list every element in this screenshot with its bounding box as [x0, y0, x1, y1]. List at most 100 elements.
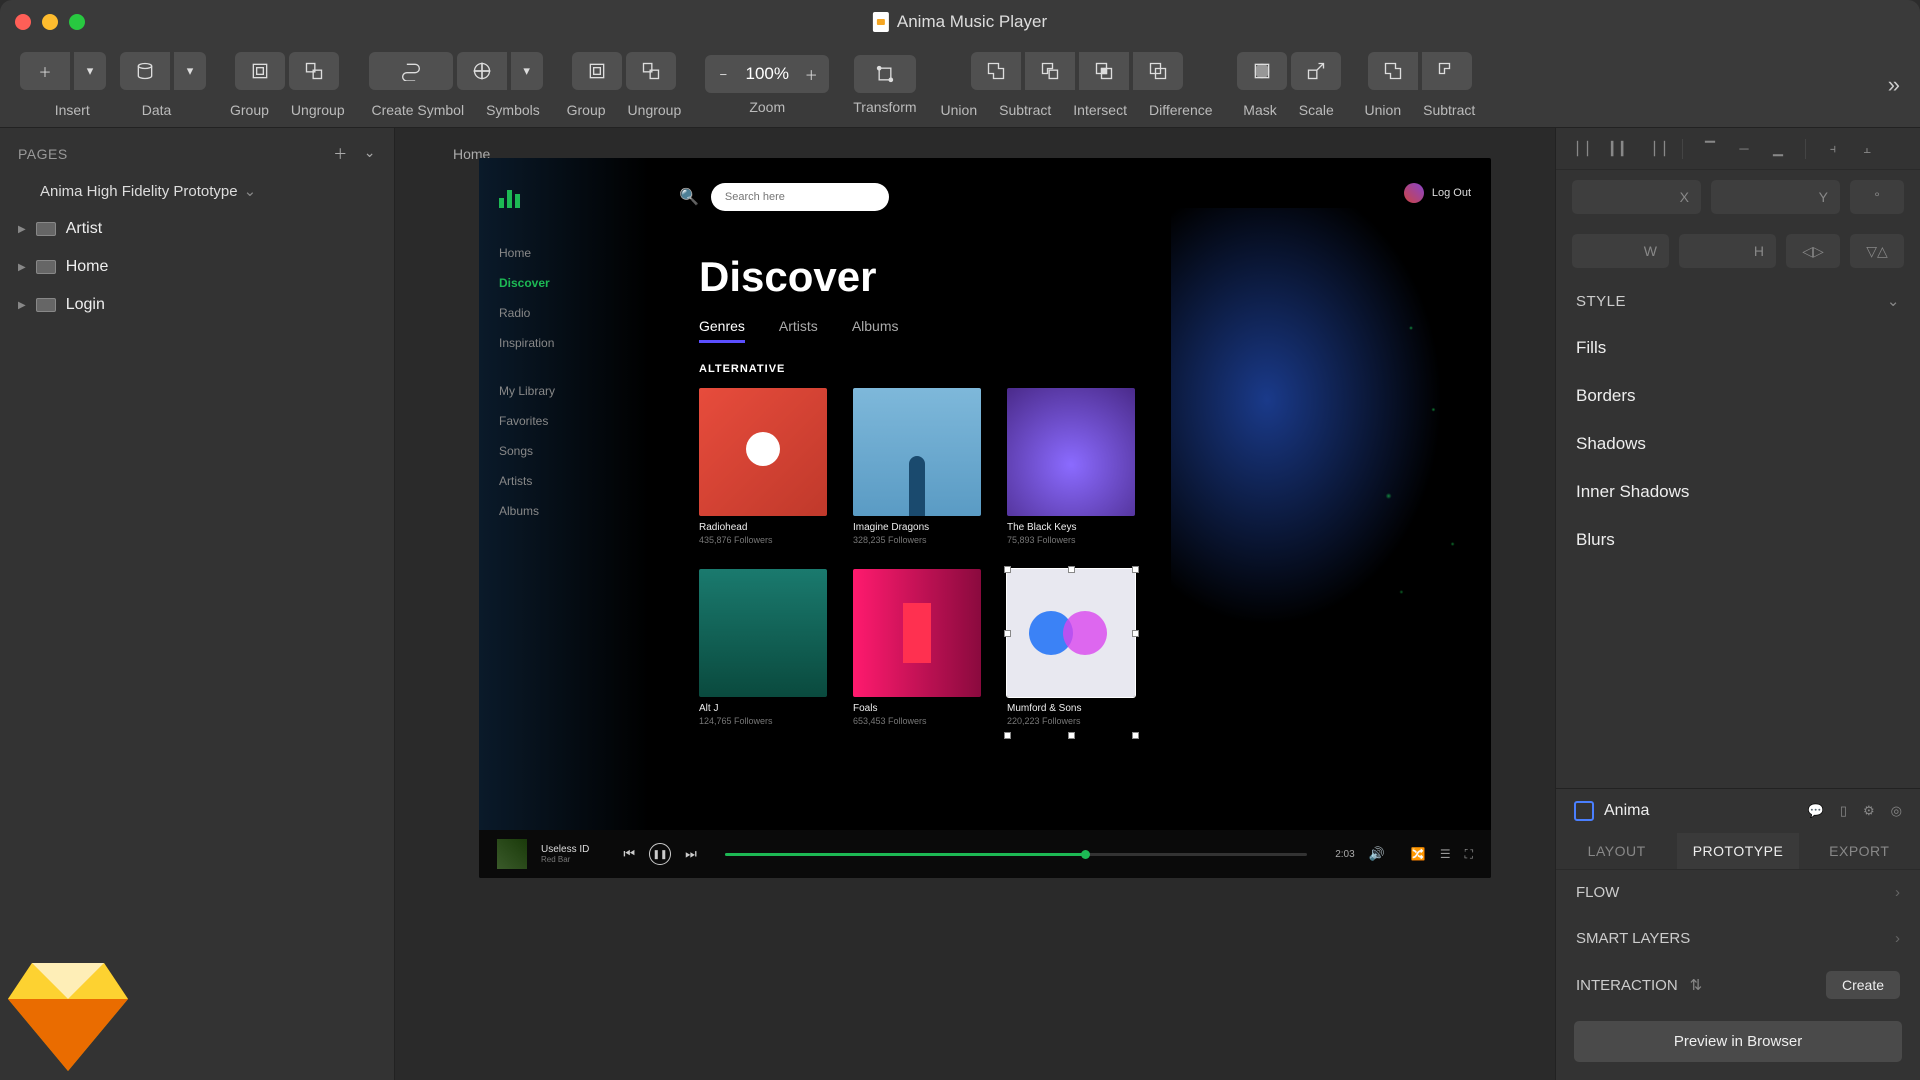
nav-albums[interactable]: Albums: [499, 496, 629, 526]
next-track-button[interactable]: ⏭: [685, 846, 697, 862]
insert-button[interactable]: ＋: [20, 52, 70, 90]
logout-button[interactable]: Log Out: [1404, 183, 1471, 203]
layer-login[interactable]: ▶ Login: [0, 286, 394, 324]
blurs-section[interactable]: Blurs: [1556, 516, 1920, 564]
tab-artists[interactable]: Artists: [779, 318, 818, 343]
scale-button[interactable]: [1291, 52, 1341, 90]
zoom-in-button[interactable]: ＋: [793, 65, 829, 84]
layer-home[interactable]: ▶ Home: [0, 248, 394, 286]
chevron-down-icon[interactable]: ⌄: [1887, 292, 1900, 310]
difference-button[interactable]: [1133, 52, 1183, 90]
gear-icon[interactable]: ⚙: [1863, 803, 1875, 819]
disclosure-triangle-icon[interactable]: ▶: [18, 300, 26, 311]
nav-inspiration[interactable]: Inspiration: [499, 328, 629, 358]
previous-track-button[interactable]: ⏮: [623, 846, 635, 862]
bar-icon[interactable]: ▯: [1840, 803, 1847, 819]
selection-handle[interactable]: [1068, 566, 1075, 573]
preview-in-browser-button[interactable]: Preview in Browser: [1574, 1021, 1902, 1062]
fills-section[interactable]: Fills: [1556, 324, 1920, 372]
align-left-button[interactable]: ▏▏: [1572, 136, 1602, 162]
volume-icon[interactable]: 🔊: [1369, 846, 1385, 862]
tab-prototype[interactable]: PROTOTYPE: [1677, 833, 1798, 869]
pause-button[interactable]: ❚❚: [649, 843, 671, 865]
subtract-button[interactable]: [1025, 52, 1075, 90]
zoom-value[interactable]: 100%: [741, 64, 793, 84]
nav-favorites[interactable]: Favorites: [499, 406, 629, 436]
distribute-h-button[interactable]: ⫞: [1818, 136, 1848, 162]
artist-card-selected[interactable]: Mumford & Sons220,223 Followers: [1007, 569, 1135, 726]
tab-genres[interactable]: Genres: [699, 318, 745, 343]
toolbar-overflow-button[interactable]: »: [1888, 72, 1900, 98]
distribute-v-button[interactable]: ⫠: [1852, 136, 1882, 162]
group2-button[interactable]: [572, 52, 622, 90]
nav-discover[interactable]: Discover: [499, 268, 629, 298]
fullscreen-icon[interactable]: ⛶: [1465, 847, 1473, 862]
align-middle-button[interactable]: ─: [1729, 136, 1759, 162]
disclosure-triangle-icon[interactable]: ▶: [18, 262, 26, 273]
selection-handle[interactable]: [1132, 732, 1139, 739]
artist-card[interactable]: Alt J124,765 Followers: [699, 569, 827, 726]
current-page[interactable]: Anima High Fidelity Prototype⌄: [0, 172, 394, 210]
disclosure-triangle-icon[interactable]: ▶: [18, 224, 26, 235]
add-page-button[interactable]: ＋: [333, 144, 348, 164]
inner-shadows-section[interactable]: Inner Shadows: [1556, 468, 1920, 516]
align-bottom-button[interactable]: ▁: [1763, 136, 1793, 162]
ungroup-button[interactable]: [289, 52, 339, 90]
create-button[interactable]: Create: [1826, 971, 1900, 999]
data-dropdown[interactable]: ▾: [174, 52, 206, 90]
artist-card[interactable]: Foals653,453 Followers: [853, 569, 981, 726]
transform-button[interactable]: [854, 55, 916, 93]
union-button[interactable]: [971, 52, 1021, 90]
nav-radio[interactable]: Radio: [499, 298, 629, 328]
chevron-right-icon[interactable]: ›: [1895, 930, 1900, 947]
h-input[interactable]: H: [1679, 234, 1776, 268]
chevron-right-icon[interactable]: ›: [1895, 884, 1900, 901]
flip-v-button[interactable]: ▽△: [1850, 234, 1904, 268]
insert-dropdown[interactable]: ▾: [74, 52, 106, 90]
ungroup2-button[interactable]: [626, 52, 676, 90]
queue-icon[interactable]: ☰: [1440, 847, 1451, 862]
x-input[interactable]: X: [1572, 180, 1701, 214]
y-input[interactable]: Y: [1711, 180, 1840, 214]
maximize-window-button[interactable]: [69, 14, 85, 30]
align-right-button[interactable]: ▕▕: [1640, 136, 1670, 162]
target-icon[interactable]: ◎: [1891, 803, 1902, 819]
selection-handle[interactable]: [1004, 732, 1011, 739]
tab-layout[interactable]: LAYOUT: [1556, 833, 1677, 869]
selection-handle[interactable]: [1132, 566, 1139, 573]
stepper-icon[interactable]: ⇅: [1690, 976, 1703, 994]
tab-albums[interactable]: Albums: [852, 318, 899, 343]
subtract2-button[interactable]: [1422, 52, 1472, 90]
nav-home[interactable]: Home: [499, 238, 629, 268]
artist-card[interactable]: Radiohead435,876 Followers: [699, 388, 827, 545]
layer-artist[interactable]: ▶ Artist: [0, 210, 394, 248]
zoom-out-button[interactable]: −: [705, 67, 741, 82]
smart-layers-row[interactable]: SMART LAYERS: [1576, 930, 1690, 947]
shadows-section[interactable]: Shadows: [1556, 420, 1920, 468]
align-top-button[interactable]: ▔: [1695, 136, 1725, 162]
nav-my-library[interactable]: My Library: [499, 376, 629, 406]
flow-row[interactable]: FLOW: [1576, 884, 1619, 901]
progress-bar[interactable]: [725, 853, 1307, 856]
search-icon[interactable]: 🔍: [679, 187, 699, 207]
interaction-row[interactable]: INTERACTION: [1576, 977, 1678, 994]
canvas[interactable]: Home Home Discover Radio Inspiration My …: [395, 128, 1555, 1080]
symbols-button[interactable]: [457, 52, 507, 90]
nav-artists[interactable]: Artists: [499, 466, 629, 496]
selection-handle[interactable]: [1068, 732, 1075, 739]
nav-songs[interactable]: Songs: [499, 436, 629, 466]
tab-export[interactable]: EXPORT: [1799, 833, 1920, 869]
intersect-button[interactable]: [1079, 52, 1129, 90]
mask-button[interactable]: [1237, 52, 1287, 90]
search-input[interactable]: [711, 183, 889, 211]
selection-handle[interactable]: [1004, 630, 1011, 637]
artboard-home[interactable]: Home Discover Radio Inspiration My Libra…: [479, 158, 1491, 878]
flip-h-button[interactable]: ◁▷: [1786, 234, 1840, 268]
w-input[interactable]: W: [1572, 234, 1669, 268]
group-button[interactable]: [235, 52, 285, 90]
artist-card[interactable]: Imagine Dragons328,235 Followers: [853, 388, 981, 545]
minimize-window-button[interactable]: [42, 14, 58, 30]
symbols-dropdown[interactable]: ▾: [511, 52, 543, 90]
union2-button[interactable]: [1368, 52, 1418, 90]
create-symbol-button[interactable]: [369, 52, 453, 90]
